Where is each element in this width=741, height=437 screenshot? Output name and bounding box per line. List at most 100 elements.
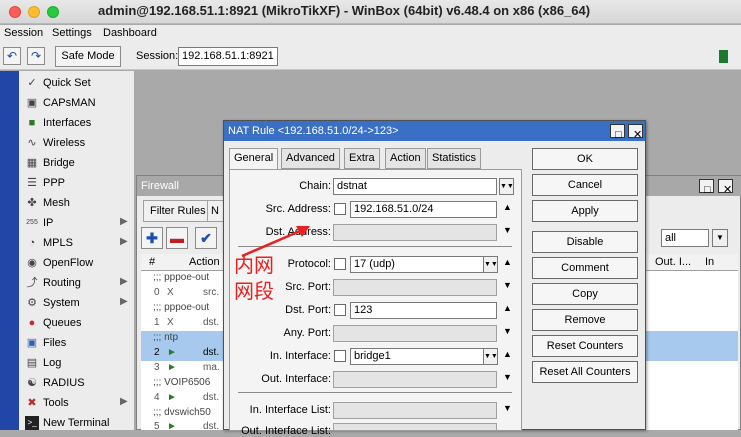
expand-down-icon[interactable]: ▼	[503, 372, 512, 382]
sidebar-item-files[interactable]: ▣ Files	[19, 333, 135, 353]
apply-button[interactable]: Apply	[532, 200, 638, 222]
tab-extra[interactable]: Extra	[344, 148, 380, 169]
sidebar-item-interfaces[interactable]: ■ Interfaces	[19, 113, 135, 133]
sidebar-item-capsman[interactable]: ▣ CAPsMAN	[19, 93, 135, 113]
sidebar-item-wireless[interactable]: ∿ Wireless	[19, 133, 135, 153]
collapse-up-icon[interactable]: ▲	[503, 202, 512, 212]
chain-dropdown-button[interactable]: ▼▼	[499, 178, 514, 195]
nat-close-button[interactable]: ✕	[628, 124, 643, 141]
tab-advanced[interactable]: Advanced	[281, 148, 340, 169]
nat-minimize-button[interactable]: □	[610, 124, 625, 141]
annotation-line-2: 网段	[234, 279, 274, 303]
src-address-field[interactable]: 192.168.51.0/24	[350, 201, 497, 218]
add-rule-button[interactable]: ✚	[141, 227, 163, 249]
in-interface-select[interactable]: bridge1	[350, 348, 484, 365]
dst-address-field[interactable]	[333, 224, 497, 241]
sidebar-item-bridge[interactable]: ▦ Bridge	[19, 153, 135, 173]
src-address-negate-checkbox[interactable]	[334, 203, 346, 215]
sidebar-item-label: MPLS	[43, 237, 73, 249]
protocol-dropdown-button[interactable]: ▼▼	[483, 256, 498, 273]
sidebar-item-log[interactable]: ▤ Log	[19, 353, 135, 373]
sidebar-item-label: Routing	[43, 277, 81, 289]
sidebar-item-queues[interactable]: ● Queues	[19, 313, 135, 333]
any-port-field[interactable]	[333, 325, 497, 342]
sidebar-item-ip[interactable]: 255 IP ▶	[19, 213, 135, 233]
main-toolbar: ↶ ↷ Safe Mode Session: 192.168.51.1:8921	[0, 43, 741, 70]
column-header-in[interactable]: In	[705, 256, 714, 268]
sidebar-item-system[interactable]: ⚙ System ▶	[19, 293, 135, 313]
zoom-window-button[interactable]	[47, 6, 59, 18]
enable-rule-button[interactable]: ✔	[195, 227, 217, 249]
sidebar-item-label: New Terminal	[43, 417, 110, 429]
sidebar-item-new-terminal[interactable]: >_ New Terminal	[19, 413, 135, 433]
row-comment: ;;; dvswich50	[153, 407, 211, 418]
firewall-minimize-button[interactable]: □	[699, 179, 714, 196]
reset-counters-button[interactable]: Reset Counters	[532, 335, 638, 357]
dst-port-field[interactable]: 123	[350, 302, 497, 319]
interfaces-icon: ■	[28, 117, 36, 129]
protocol-select[interactable]: 17 (udp)	[350, 256, 484, 273]
sidebar-item-tools[interactable]: ✖ Tools ▶	[19, 393, 135, 413]
minus-icon: ▬	[170, 230, 184, 246]
sidebar-item-mpls[interactable]: ◔ MPLS ▶	[19, 233, 135, 253]
sidebar-item-radius[interactable]: ☯ RADIUS	[19, 373, 135, 393]
in-interface-dropdown-button[interactable]: ▼▼	[483, 348, 498, 365]
src-port-label: Src. Port:	[285, 281, 331, 293]
sidebar-item-label: PPP	[43, 177, 66, 189]
dst-port-negate-checkbox[interactable]	[334, 304, 346, 316]
log-icon: ▤	[26, 357, 38, 369]
ok-button[interactable]: OK	[532, 148, 638, 170]
menu-session[interactable]: Session	[4, 27, 43, 39]
dstnat-icon: ►	[167, 347, 177, 358]
reset-all-counters-button[interactable]: Reset All Counters	[532, 361, 638, 383]
menu-dashboard[interactable]: Dashboard	[103, 27, 157, 39]
protocol-negate-checkbox[interactable]	[334, 258, 346, 270]
sidebar-item-quick-set[interactable]: ✓ Quick Set	[19, 73, 135, 93]
sidebar-item-ppp[interactable]: ☰ PPP	[19, 173, 135, 193]
sidebar-item-routing[interactable]: ⤴ Routing ▶	[19, 273, 135, 293]
remove-rule-button[interactable]: ▬	[166, 227, 188, 249]
collapse-up-icon[interactable]: ▲	[503, 257, 512, 267]
session-field: 192.168.51.1:8921	[178, 47, 278, 66]
sidebar-item-label: System	[43, 297, 80, 309]
safe-mode-button[interactable]: Safe Mode	[55, 46, 121, 67]
menu-settings[interactable]: Settings	[52, 27, 92, 39]
tab-filter-rules[interactable]: Filter Rules	[143, 200, 213, 222]
column-header-number[interactable]: #	[149, 256, 155, 268]
filter-dropdown-button[interactable]: ▼	[712, 229, 728, 247]
column-header-action[interactable]: Action	[189, 256, 220, 268]
expand-down-icon[interactable]: ▼	[503, 403, 512, 413]
out-interface-field[interactable]	[333, 371, 497, 388]
disable-button[interactable]: Disable	[532, 231, 638, 253]
tab-action[interactable]: Action	[385, 148, 426, 169]
expand-down-icon[interactable]: ▼	[503, 225, 512, 235]
tab-statistics[interactable]: Statistics	[427, 148, 482, 169]
firewall-close-button[interactable]: ✕	[718, 179, 733, 196]
collapse-up-icon[interactable]: ▲	[503, 349, 512, 359]
cancel-button[interactable]: Cancel	[532, 174, 638, 196]
collapse-up-icon[interactable]: ▲	[503, 303, 512, 313]
in-interface-list-field[interactable]	[333, 402, 497, 419]
expand-down-icon[interactable]: ▼	[503, 280, 512, 290]
src-port-field[interactable]	[333, 279, 497, 296]
tab-general[interactable]: General	[229, 148, 279, 170]
row-action: dst.	[203, 317, 220, 328]
comment-button[interactable]: Comment	[532, 257, 638, 279]
undo-button[interactable]: ↶	[3, 47, 21, 65]
column-header-out-interface[interactable]: Out. I...	[655, 256, 691, 268]
section-divider	[238, 392, 512, 393]
in-interface-negate-checkbox[interactable]	[334, 350, 346, 362]
sidebar-item-mesh[interactable]: ✤ Mesh	[19, 193, 135, 213]
minimize-window-button[interactable]	[28, 6, 40, 18]
close-window-button[interactable]	[9, 6, 21, 18]
remove-button[interactable]: Remove	[532, 309, 638, 331]
sidebar-item-label: IP	[43, 217, 54, 229]
copy-button[interactable]: Copy	[532, 283, 638, 305]
wireless-icon: ∿	[27, 137, 37, 149]
sidebar-item-openflow[interactable]: ◉ OpenFlow	[19, 253, 135, 273]
redo-button[interactable]: ↷	[27, 47, 45, 65]
filter-select[interactable]: all	[661, 229, 709, 247]
expand-down-icon[interactable]: ▼	[503, 326, 512, 336]
menu-bar: Session Settings Dashboard	[0, 25, 741, 43]
chain-select[interactable]: dstnat	[333, 178, 497, 195]
